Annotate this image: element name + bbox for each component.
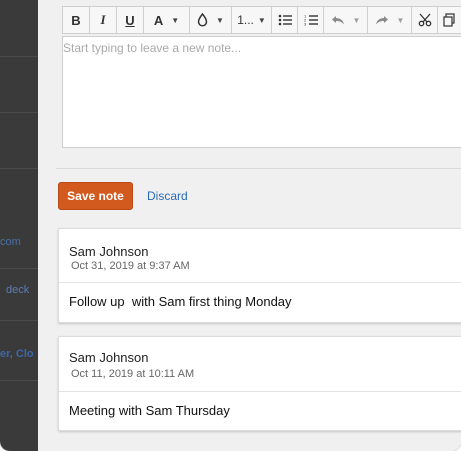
left-panel-text-fragment[interactable]: deck <box>6 284 29 296</box>
font-size-dropdown[interactable]: 1... ▼ <box>232 7 272 33</box>
bold-button[interactable]: B <box>63 7 90 33</box>
left-panel-divider <box>0 112 38 113</box>
font-color-dropdown[interactable]: A ▼ <box>144 7 190 33</box>
font-size-label: 1... <box>237 13 254 27</box>
left-panel-divider <box>0 268 38 269</box>
left-panel-divider <box>0 56 38 57</box>
note-author: Sam Johnson <box>69 350 149 365</box>
redo-icon <box>375 15 388 24</box>
chevron-down-icon: ▼ <box>352 15 361 25</box>
chevron-down-icon: ▼ <box>171 15 180 25</box>
note-divider <box>59 282 461 283</box>
note-divider <box>59 391 461 392</box>
note-placeholder: Start typing to leave a new note... <box>63 41 242 55</box>
undo-dropdown[interactable]: ▼ <box>324 7 368 33</box>
left-panel-divider <box>0 380 38 381</box>
note-author: Sam Johnson <box>69 244 149 259</box>
left-panel: com deck er, Clo <box>0 0 38 451</box>
droplet-icon <box>197 13 208 27</box>
note-editor: B I U A ▼ ▼ 1... ▼ 1 2 3 ▼ ▼ Start typin… <box>56 0 461 169</box>
underline-button[interactable]: U <box>117 7 144 33</box>
note-timestamp: Oct 11, 2019 at 10:11 AM <box>71 368 195 380</box>
note-timestamp: Oct 31, 2019 at 9:37 AM <box>71 260 190 272</box>
note-text-area[interactable]: Start typing to leave a new note... <box>62 36 461 148</box>
highlight-dropdown[interactable]: ▼ <box>190 7 232 33</box>
chevron-down-icon: ▼ <box>257 15 266 25</box>
numbered-list-icon: 1 2 3 <box>304 14 318 26</box>
note-card: Sam Johnson Oct 31, 2019 at 9:37 AM Foll… <box>58 228 461 323</box>
redo-dropdown[interactable]: ▼ <box>368 7 412 33</box>
copy-button[interactable] <box>438 7 460 33</box>
copy-icon <box>443 13 455 27</box>
font-color-label: A <box>153 12 164 28</box>
numbered-list-button[interactable]: 1 2 3 <box>298 7 324 33</box>
scissors-icon <box>418 13 431 27</box>
svg-text:3: 3 <box>304 22 307 27</box>
left-panel-link-fragment[interactable]: er, Clo <box>0 348 34 360</box>
editor-toolbar: B I U A ▼ ▼ 1... ▼ 1 2 3 ▼ ▼ <box>62 6 461 34</box>
note-text: Follow up with Sam first thing Monday <box>69 294 292 309</box>
notes-panel: B I U A ▼ ▼ 1... ▼ 1 2 3 ▼ ▼ Start typin… <box>38 0 461 451</box>
note-text: Meeting with Sam Thursday <box>69 403 230 418</box>
italic-button[interactable]: I <box>90 7 117 33</box>
note-card: Sam Johnson Oct 11, 2019 at 10:11 AM Mee… <box>58 336 461 431</box>
discard-link[interactable]: Discard <box>147 189 188 203</box>
left-panel-text-fragment[interactable]: com <box>0 236 21 248</box>
app-window: com deck er, Clo B I U A ▼ ▼ 1... ▼ 1 2 … <box>0 0 461 451</box>
chevron-down-icon: ▼ <box>216 15 224 25</box>
chevron-down-icon: ▼ <box>396 15 405 25</box>
bulleted-list-icon <box>278 14 292 26</box>
undo-icon <box>331 15 344 24</box>
left-panel-divider <box>0 320 38 321</box>
bulleted-list-button[interactable] <box>272 7 298 33</box>
save-note-button[interactable]: Save note <box>58 182 133 210</box>
left-panel-divider <box>0 168 38 169</box>
cut-button[interactable] <box>412 7 438 33</box>
